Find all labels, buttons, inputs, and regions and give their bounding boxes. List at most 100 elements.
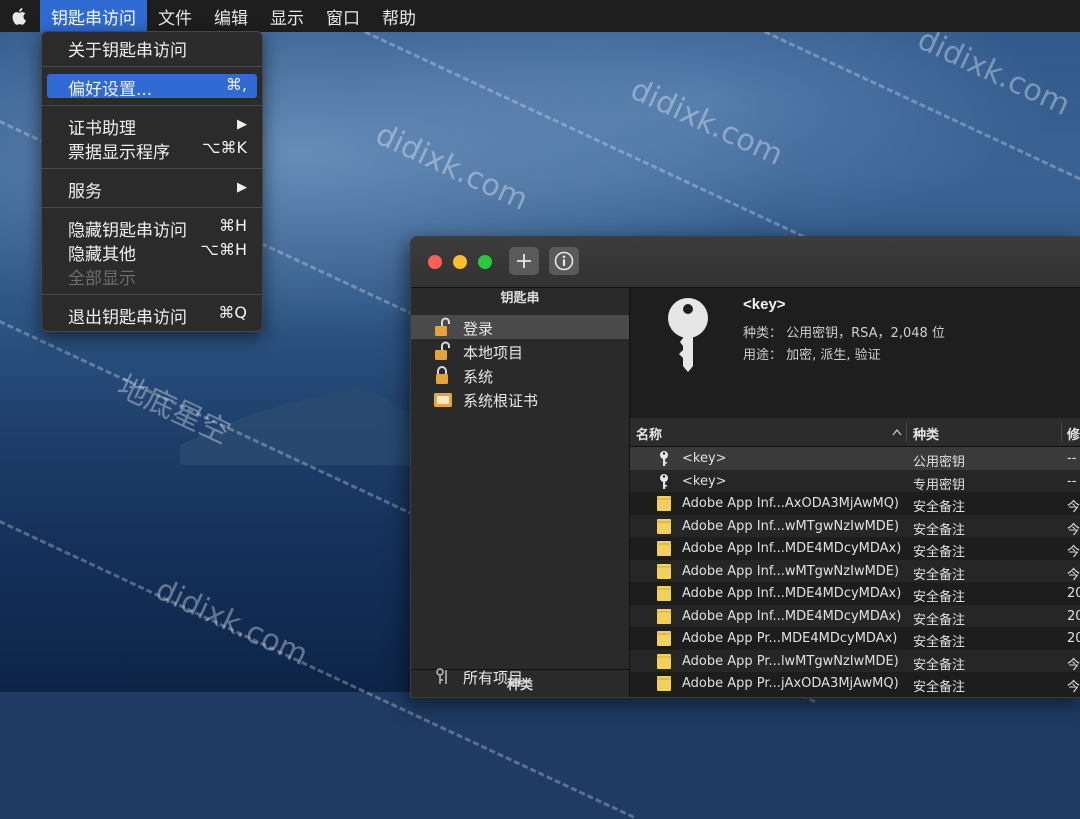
table-row[interactable]: Adobe App Inf...MDE4MDcyMDAx) 安全备注 今 [630,537,1080,560]
submenu-arrow-icon: ▶ [237,180,247,195]
item-name: <key> [743,296,786,313]
sidebar-item-local-items[interactable]: 本地项目 [411,339,629,363]
menu-item-shortcut: ⌥⌘K [202,138,247,157]
row-date: 今 [1067,680,1080,695]
key-icon [656,473,672,490]
menu-item-certificate-assistant[interactable]: 证书助理 ▶ [47,113,257,139]
sidebar-item-login[interactable]: 登录 [411,315,629,339]
note-icon [656,630,672,647]
item-detail-pane: <key> 种类： 公用密钥，RSA，2,048 位 用途： 加密, 派生, 验… [630,288,1080,418]
row-kind: 安全备注 [913,612,966,628]
row-name: Adobe App Inf...MDE4MDcyMDAx) [682,586,902,601]
table-row[interactable]: Adobe App Inf...MDE4MDcyMDAx) 安全备注 20 [630,582,1080,605]
table-row[interactable]: Adobe App Inf...wMTgwNzIwMDE) 安全备注 今 [630,514,1080,538]
table-row[interactable]: Adobe App Inf...AxODA3MjAwMQ) 安全备注 今 [630,492,1080,515]
sidebar-item-label: 系统 [463,368,494,386]
row-date: 今 [1067,500,1080,515]
unlocked-padlock-icon [435,317,450,336]
key-icon [656,450,672,467]
menu-item-services[interactable]: 服务 ▶ [47,176,257,202]
menu-item-label: 票据显示程序 [68,143,170,163]
menu-separator [42,168,262,169]
menu-file[interactable]: 文件 [147,0,203,32]
row-date: 20 [1067,631,1080,646]
menu-view[interactable]: 显示 [259,0,315,32]
submenu-arrow-icon: ▶ [237,117,247,132]
row-date: 今 [1067,657,1080,673]
item-usage-line: 用途： 加密, 派生, 验证 [743,348,881,363]
menu-keychain-access[interactable]: 钥匙串访问 [40,0,147,32]
table-row[interactable]: Adobe App Pr...jAxODA3MjAwMQ) 安全备注 今 [630,672,1080,695]
row-name: <key> [682,473,727,489]
row-name: Adobe App Pr...jAxODA3MjAwMQ) [682,676,899,691]
row-kind: 公用密钥 [913,455,966,470]
menu-item-shortcut: ⌘Q [218,303,247,322]
item-kind-line: 种类： 公用密钥，RSA，2,048 位 [743,326,945,341]
column-header-kind[interactable]: 种类 [913,424,939,443]
note-icon [656,518,672,535]
island-silhouette [180,385,440,465]
row-name: Adobe App Pr...MDE4MDcyMDAx) [682,631,898,646]
minimize-window-button[interactable] [453,255,467,269]
window-titlebar [411,237,1080,288]
add-item-button[interactable] [509,247,539,275]
table-row[interactable]: Adobe App Inf...wMTgwNzIwMDE) 安全备注 今 [630,559,1080,583]
menu-item-label: 全部显示 [68,269,136,289]
menu-bar: 钥匙串访问 文件 编辑 显示 窗口 帮助 [0,0,1080,32]
row-kind: 安全备注 [913,567,966,583]
row-date: -- [1067,473,1077,489]
menu-item-label: 隐藏钥匙串访问 [68,221,187,241]
row-kind: 安全备注 [913,522,966,538]
row-date: 今 [1067,545,1080,560]
note-icon [656,608,672,625]
table-row[interactable]: Adobe App Inf...MDE4MDcyMDAx) 安全备注 20 [630,604,1080,628]
menu-separator [42,207,262,208]
sidebar-item-label: 系统根证书 [463,392,539,410]
note-icon [656,653,672,670]
menu-item-preferences[interactable]: 偏好设置... ⌘, [47,74,257,100]
note-icon [656,675,672,692]
menu-item-show-all: 全部显示 [47,263,257,289]
menu-item-shortcut: ⌘, [225,75,247,94]
menu-item-ticket-viewer[interactable]: 票据显示程序 ⌥⌘K [47,137,257,163]
menu-item-about[interactable]: 关于钥匙串访问 [47,35,257,61]
zoom-window-button[interactable] [478,255,492,269]
row-name: <key> [682,451,727,466]
sidebar-item-system-roots[interactable]: 系统根证书 [411,387,629,411]
row-kind: 安全备注 [913,545,966,560]
table-row[interactable]: <key> 专用密钥 -- [630,469,1080,493]
row-name: Adobe App Inf...MDE4MDcyMDAx) [682,541,902,556]
note-icon [656,495,672,512]
close-window-button[interactable] [428,255,442,269]
menu-help[interactable]: 帮助 [371,0,427,32]
info-button[interactable] [549,247,579,275]
menu-item-shortcut: ⌘H [218,216,247,235]
column-header-name[interactable]: 名称 [636,424,662,443]
menu-item-hide-app[interactable]: 隐藏钥匙串访问 ⌘H [47,215,257,241]
menu-item-label: 服务 [68,182,102,202]
menu-item-hide-others[interactable]: 隐藏其他 ⌥⌘H [47,239,257,265]
table-row[interactable]: <key> 公用密钥 -- [630,447,1080,470]
row-name: Adobe App Inf...wMTgwNzIwMDE) [682,563,900,579]
menu-item-label: 退出钥匙串访问 [68,308,187,328]
table-row[interactable]: Adobe App Pr...MDE4MDcyMDAx) 安全备注 20 [630,627,1080,650]
menu-item-label: 证书助理 [68,119,136,139]
row-date: 今 [1067,522,1080,538]
items-table: 名称 种类 修 <key> 公用密钥 -- <key> 专用密钥 -- Adobe App … [630,418,1080,697]
row-kind: 专用密钥 [913,477,966,493]
row-name: Adobe App Inf...wMTgwNzIwMDE) [682,518,900,534]
menu-edit[interactable]: 编辑 [203,0,259,32]
column-header-date[interactable]: 修 [1067,424,1080,443]
note-icon [656,585,672,602]
table-row[interactable]: Adobe App Pr...lwMTgwNzIwMDE) 安全备注 今 [630,649,1080,673]
sidebar-item-system[interactable]: 系统 [411,363,629,387]
sidebar-item-all-items[interactable]: 所有项目 [411,664,629,688]
menu-window[interactable]: 窗口 [315,0,371,32]
apple-menu-icon[interactable] [0,0,40,32]
menu-item-quit[interactable]: 退出钥匙串访问 ⌘Q [47,302,257,328]
row-kind: 安全备注 [913,657,966,673]
info-icon [554,251,574,271]
row-date: 20 [1067,586,1080,601]
menu-item-label: 隐藏其他 [68,245,136,265]
note-icon [656,540,672,557]
